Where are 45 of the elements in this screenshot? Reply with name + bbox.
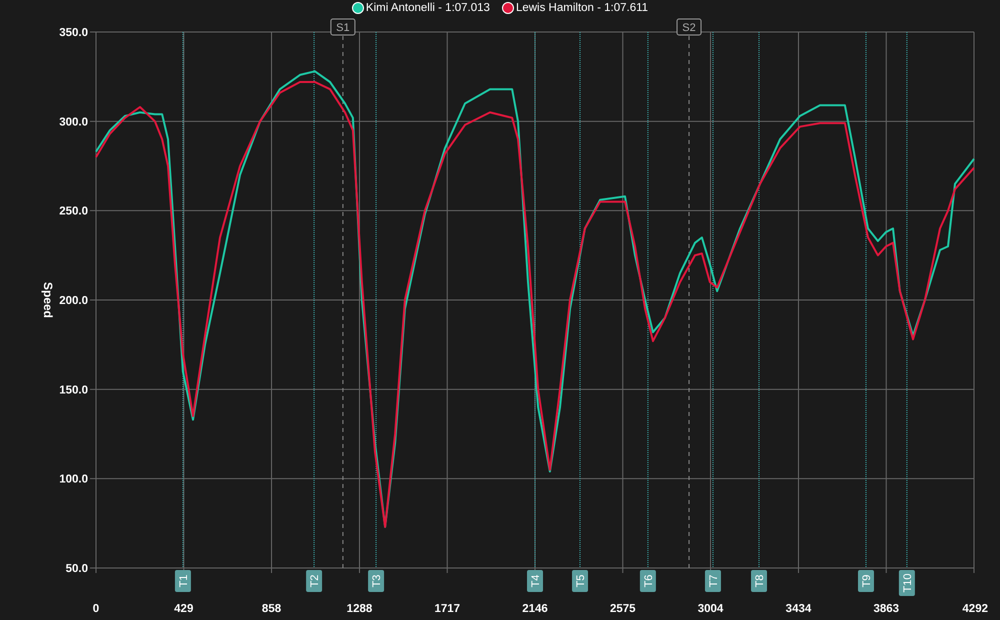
annotation: T9 bbox=[860, 574, 873, 588]
annotation: T4 bbox=[530, 574, 542, 588]
sector-label: S2 bbox=[676, 18, 702, 36]
x-tick-label: 0 bbox=[92, 603, 100, 615]
annotation: T7 bbox=[708, 574, 720, 588]
turn-label: T8 bbox=[751, 570, 767, 592]
y-tick-label: 150.0 bbox=[59, 384, 88, 396]
legend-item[interactable]: Kimi Antonelli - 1:07.013 bbox=[352, 0, 490, 16]
annotation: T3 bbox=[371, 574, 384, 588]
turn-label: T10 bbox=[898, 570, 915, 596]
annotation: T2 bbox=[309, 574, 322, 588]
turn-label: T2 bbox=[306, 570, 322, 592]
annotation: T1 bbox=[178, 574, 190, 588]
x-tick-label: 3434 bbox=[786, 603, 812, 615]
x-tick-label: 429 bbox=[174, 603, 194, 615]
y-tick-label: 350.0 bbox=[59, 27, 88, 39]
annotation: T8 bbox=[754, 574, 766, 588]
x-tick-label: 2575 bbox=[610, 603, 636, 615]
turn-label: T5 bbox=[572, 570, 588, 592]
annotation: T10 bbox=[902, 574, 914, 592]
x-tick-label: 4292 bbox=[962, 603, 988, 615]
y-tick-label: 250.0 bbox=[59, 206, 88, 218]
turn-label: T1 bbox=[174, 570, 191, 592]
x-tick-label: 2146 bbox=[522, 603, 548, 615]
turn-label: T6 bbox=[640, 570, 656, 592]
turn-label: T3 bbox=[368, 570, 384, 592]
turn-label: T4 bbox=[527, 570, 543, 592]
x-tick-label: 3004 bbox=[698, 603, 724, 615]
y-axis-title: Speed bbox=[41, 282, 55, 318]
ref-line-label: S2 bbox=[682, 22, 696, 34]
legend-item[interactable]: Lewis Hamilton - 1:07.611 bbox=[502, 0, 648, 16]
x-tick-label: 1288 bbox=[346, 603, 372, 615]
y-tick-label: 50.0 bbox=[66, 563, 88, 575]
turn-label: T7 bbox=[704, 570, 721, 592]
y-tick-label: 200.0 bbox=[59, 295, 88, 307]
annotation: T6 bbox=[642, 574, 655, 588]
ref-line-label: S1 bbox=[336, 22, 350, 34]
y-tick-label: 100.0 bbox=[59, 474, 88, 486]
turn-label: T9 bbox=[858, 570, 874, 592]
x-tick-label: 1717 bbox=[434, 603, 460, 615]
annotation: T5 bbox=[575, 574, 588, 588]
x-tick-label: 858 bbox=[262, 603, 282, 615]
y-tick-label: 300.0 bbox=[59, 116, 88, 128]
x-tick-label: 3863 bbox=[873, 603, 900, 615]
sector-label: S1 bbox=[330, 18, 356, 36]
